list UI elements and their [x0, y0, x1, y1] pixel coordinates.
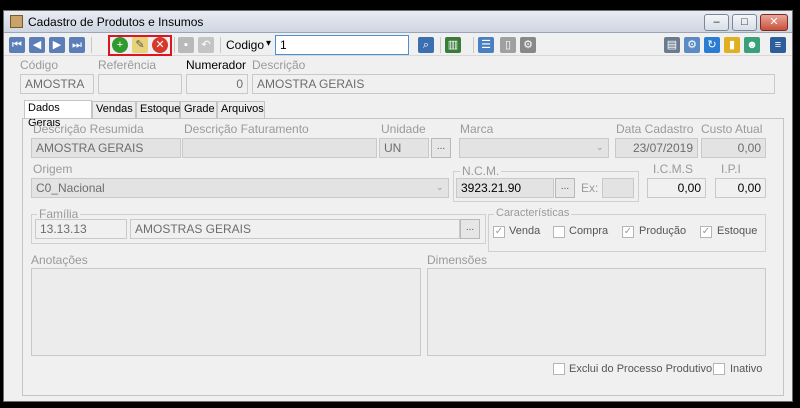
- next-record-icon[interactable]: ▶: [49, 37, 65, 53]
- unidade-label: Unidade: [381, 122, 426, 136]
- search-input[interactable]: 1: [275, 35, 409, 55]
- familia-lookup-button[interactable]: ...: [460, 219, 480, 239]
- data-cadastro-label: Data Cadastro: [616, 122, 694, 136]
- unidade-field[interactable]: UN: [379, 138, 429, 158]
- first-record-icon[interactable]: ⏮: [9, 37, 25, 53]
- chevron-down-icon: ⌄: [436, 182, 444, 192]
- previous-record-icon[interactable]: ◀: [29, 37, 45, 53]
- toolbar: ⏮ ◀ ▶ ⏭ + ✎ ✕ ▪ ↶ Codigo ▾ 1 ⌕ ▥ ☰ ▯ ⚙ ▤…: [4, 34, 792, 56]
- layout-icon[interactable]: ▤: [664, 37, 680, 53]
- settings-icon[interactable]: ⚙: [684, 37, 700, 53]
- producao-label: Produção: [639, 225, 687, 237]
- numerador-field[interactable]: 0: [186, 74, 248, 94]
- marca-label: Marca: [460, 122, 494, 136]
- desc-resumida-label: Descrição Resumida: [33, 122, 144, 136]
- desc-faturamento-label: Descrição Faturamento: [184, 122, 309, 136]
- exclui-processo-label: Exclui do Processo Produtivo: [569, 363, 713, 375]
- tab-vendas[interactable]: Vendas: [92, 101, 136, 118]
- delete-icon[interactable]: ✕: [152, 37, 168, 53]
- origem-select[interactable]: C0_Nacional: [31, 178, 449, 198]
- undo-icon[interactable]: ↶: [198, 37, 214, 53]
- icms-field[interactable]: 0,00: [647, 178, 706, 198]
- compra-label: Compra: [569, 225, 609, 237]
- chevron-down-icon[interactable]: ▾: [266, 38, 271, 49]
- chart-icon[interactable]: ▥: [445, 37, 461, 53]
- caracteristicas-label: Características: [494, 207, 572, 219]
- title-bar: Cadastro de Produtos e Insumos – □ ✕: [4, 11, 792, 33]
- ncm-label: N.C.M.: [460, 164, 502, 178]
- ipi-field[interactable]: 0,00: [715, 178, 766, 198]
- anotacoes-textarea[interactable]: [31, 268, 421, 356]
- compra-checkbox[interactable]: [553, 226, 565, 238]
- save-icon[interactable]: ▪: [178, 37, 194, 53]
- unidade-lookup-button[interactable]: ...: [431, 138, 451, 158]
- dimensoes-textarea[interactable]: [427, 268, 766, 356]
- venda-checkbox[interactable]: ✓: [493, 226, 505, 238]
- producao-checkbox[interactable]: ✓: [622, 226, 634, 238]
- document-icon[interactable]: ▯: [500, 37, 516, 53]
- minimize-button[interactable]: –: [704, 14, 729, 31]
- box-icon: [10, 15, 23, 28]
- referencia-field[interactable]: [98, 74, 182, 94]
- custo-atual-field[interactable]: 0,00: [701, 138, 766, 158]
- custo-atual-label: Custo Atual: [701, 122, 763, 136]
- origem-label: Origem: [33, 162, 73, 176]
- estoque-checkbox[interactable]: ✓: [700, 226, 712, 238]
- dimensoes-label: Dimensões: [427, 253, 488, 267]
- window-title: Cadastro de Produtos e Insumos: [28, 15, 204, 29]
- chevron-down-icon: ⌄: [596, 142, 604, 152]
- menu-icon[interactable]: ≡: [770, 37, 786, 53]
- anotacoes-label: Anotações: [31, 253, 88, 267]
- estoque-label: Estoque: [717, 225, 758, 237]
- venda-label: Venda: [509, 225, 541, 237]
- desc-resumida-field[interactable]: AMOSTRA GERAIS: [31, 138, 181, 158]
- inativo-label: Inativo: [730, 363, 763, 375]
- descricao-label: Descrição: [252, 58, 306, 72]
- data-cadastro-field[interactable]: 23/07/2019: [615, 138, 698, 158]
- search-icon[interactable]: ⌕: [418, 37, 434, 53]
- familia-name-field[interactable]: AMOSTRAS GERAIS: [130, 219, 460, 239]
- desc-faturamento-field[interactable]: [182, 138, 377, 158]
- inativo-checkbox[interactable]: [713, 363, 725, 375]
- user-icon[interactable]: ☻: [744, 37, 760, 53]
- ncm-field[interactable]: 3923.21.90: [456, 178, 554, 198]
- refresh-icon[interactable]: ↻: [704, 37, 720, 53]
- list-icon[interactable]: ☰: [478, 37, 494, 53]
- maximize-button[interactable]: □: [732, 14, 757, 31]
- add-icon[interactable]: +: [112, 37, 128, 53]
- ncm-lookup-button[interactable]: ...: [555, 178, 575, 198]
- tools-icon[interactable]: ⚙: [520, 37, 536, 53]
- numerador-label: Numerador: [186, 58, 247, 72]
- edit-icon[interactable]: ✎: [132, 37, 148, 53]
- tab-grade[interactable]: Grade: [180, 101, 217, 118]
- exclui-processo-checkbox[interactable]: [553, 363, 565, 375]
- ex-field[interactable]: [602, 178, 634, 198]
- ipi-label: I.P.I: [721, 162, 741, 176]
- referencia-label: Referência: [98, 58, 157, 72]
- tab-estoque[interactable]: Estoque: [136, 101, 180, 118]
- close-button[interactable]: ✕: [760, 14, 788, 31]
- marca-select[interactable]: [459, 138, 609, 158]
- icms-label: I.C.M.S: [653, 162, 694, 176]
- descricao-field[interactable]: AMOSTRA GERAIS: [252, 74, 775, 94]
- tab-dados-gerais[interactable]: Dados Gerais: [24, 100, 92, 129]
- last-record-icon[interactable]: ⏭: [69, 37, 85, 53]
- product-register-window: Cadastro de Produtos e Insumos – □ ✕ ⏮ ◀…: [3, 10, 793, 402]
- bookmark-icon[interactable]: ▮: [724, 37, 740, 53]
- codigo-field[interactable]: AMOSTRA: [20, 74, 94, 94]
- ex-label: Ex:: [581, 181, 599, 195]
- search-field-label[interactable]: Codigo: [226, 38, 264, 52]
- tab-arquivos[interactable]: Arquivos: [217, 101, 265, 118]
- familia-code-field[interactable]: 13.13.13: [35, 219, 127, 239]
- codigo-label: Código: [20, 58, 59, 72]
